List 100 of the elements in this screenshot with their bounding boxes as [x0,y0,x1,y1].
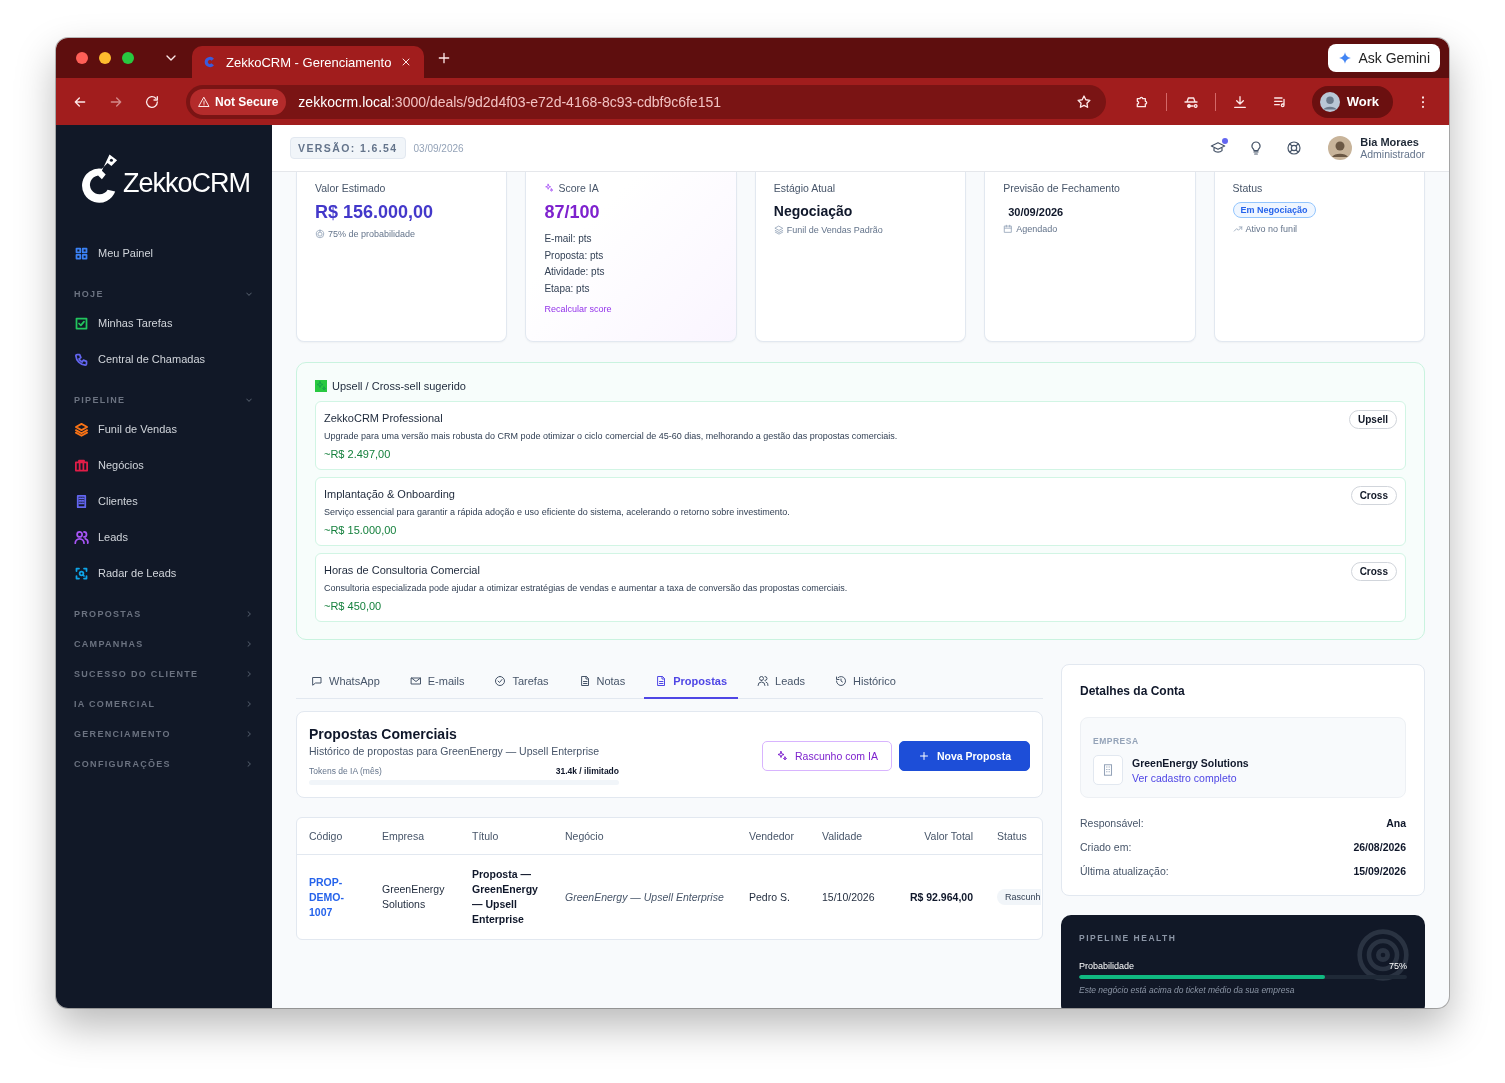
field-label: Criado em: [1080,840,1132,855]
close-window-button[interactable] [75,52,88,64]
table-cell-text: GreenEnergy — Upsell Enterprise [564,889,725,905]
target-icon [1355,927,1411,983]
sidebar-item[interactable]: Funil de Vendas [74,411,254,447]
header-date: 03/09/2026 [413,142,464,154]
table-cell-text: 15/10/2026 [821,889,876,905]
card-title: Detalhes da Conta [1080,684,1186,698]
column-header: Código [297,818,370,855]
browser-tab[interactable]: ZekkoCRM - Gerenciamento [192,46,424,78]
close-icon[interactable] [400,56,412,68]
table-cell-text: Pedro S. [748,889,791,905]
suggestion-description: Upgrade para uma versão mais robusta do CRM pode otimizar o ciclo comercial de 45-60 dias, melhorando a gestão das propostas comerciais. [324,430,898,443]
ask-gemini-button[interactable]: Ask Gemini [1328,44,1440,72]
tab[interactable]: WhatsApp [300,664,391,699]
new-tab-icon[interactable] [436,50,452,66]
sidebar-item[interactable]: Central de Chamadas [74,341,254,377]
stat-label: Estágio Atual [773,182,836,194]
tab[interactable]: E-mails [398,664,476,699]
sidebar-item[interactable]: Meu Painel [74,235,254,271]
warning-icon [198,95,210,108]
ai-draft-button[interactable]: Rascunho com IA [762,740,892,771]
url-text: zekkocrm.local:3000/deals/9d2d4f03-e72d-4168-8c93-cdbf9c6fe151 [298,93,722,110]
stat-note: Funil de Vendas Padrão [786,225,883,235]
field-label: Última atualização: [1080,864,1169,879]
target-icon [315,229,325,239]
column-header: Empresa [370,818,460,855]
sidebar-item[interactable]: Negócios [74,447,254,483]
lifebuoy-icon[interactable] [1286,140,1303,156]
building-icon [1093,755,1123,785]
section-title: Propostas Comerciais [309,726,458,742]
suggestion-description: Consultoria especializada pode ajudar a otimizar estratégias de vendas e aumentar a taxa de conversão das propostas comerciais. [324,582,848,595]
metric-value: 75% [1389,961,1407,971]
zoom-window-button[interactable] [121,52,134,64]
document-icon [655,674,668,687]
download-icon[interactable] [1231,93,1248,110]
section-header[interactable]: HOJE [74,289,104,299]
recalculate-link[interactable]: Recalcular score [544,304,612,314]
mail-icon [409,674,422,687]
section-header[interactable]: SUCESSO DO CLIENTE [74,669,199,679]
company-label: EMPRESA [1093,736,1139,746]
star-icon[interactable] [1075,93,1092,110]
minimize-window-button[interactable] [98,52,111,64]
table-cell-text: Proposta — GreenEnergy — Upsell Enterprise [471,867,539,927]
sidebar-item[interactable]: Leads [74,519,254,555]
tab[interactable]: Propostas [644,664,739,699]
suggestion-description: Serviço essencial para garantir a rápida adoção e uso eficiente do sistema, acelerando o retorno sobre investimento. [324,506,790,519]
new-proposal-button[interactable]: Nova Proposta [898,740,1030,771]
section-header[interactable]: GERENCIAMENTO [74,729,171,739]
section-header[interactable]: CAMPANHAS [74,639,144,649]
tokens-label: Tokens de IA (mês) [309,766,382,776]
tab[interactable]: Tarefas [483,664,560,699]
graduation-cap-icon[interactable] [1210,140,1227,156]
metric-label: Probabilidade [1079,961,1135,971]
avatar[interactable] [1328,136,1353,160]
section-header[interactable]: PIPELINE [74,395,126,405]
proposal-code-link[interactable]: PROP-DEMO-1007 [309,874,349,920]
sidebar-item[interactable]: Minhas Tarefas [74,305,254,341]
health-note: Este negócio está acima do ticket médio da sua empresa [1079,985,1296,995]
section-header[interactable]: IA COMERCIAL [74,699,156,709]
tab[interactable]: Notas [567,664,637,699]
score-line: E-mail: pts [544,232,592,246]
suggestion-tag: Upsell [1349,410,1397,429]
stat-label: Valor Estimado [315,182,386,194]
section-header[interactable]: PROPOSTAS [74,609,142,619]
company-name: GreenEnergy Solutions [1132,756,1249,769]
suggestion-tag: Cross [1350,562,1397,581]
suggestion-price: ~R$ 2.497,00 [324,447,392,462]
stat-value: Negociação [773,203,853,219]
column-header: Validade [810,818,888,855]
profile-button[interactable]: Work [1311,85,1393,118]
tab[interactable]: Leads [746,664,817,699]
stat-value: R$ 156.000,00 [315,202,434,223]
status-badge: Rascunh [997,889,1041,905]
sidebar-item[interactable]: Radar de Leads [74,555,254,591]
suggestion-name: ZekkoCRM Professional [324,411,444,426]
document-icon [578,674,591,687]
score-line: Proposta: pts [544,248,604,263]
user-role: Administrador [1360,148,1425,160]
section-header[interactable]: CONFIGURAÇÕES [74,759,171,769]
score-line: Etapa: pts [544,281,590,296]
trend-icon [1232,224,1243,234]
column-header: Valor Total [888,818,985,855]
reload-icon[interactable] [144,93,160,110]
field-label: Responsável: [1080,816,1144,831]
security-chip[interactable]: Not Secure [190,88,287,115]
column-header: Título [460,818,553,855]
stat-note: 75% de probabilidade [328,229,416,239]
chat-icon [311,674,323,687]
sidebar-item[interactable]: Clientes [74,483,254,519]
address-bar[interactable]: Not Secure zekkocrm.local:3000/deals/9d2d4f03-e72d-4168-8c93-cdbf9c6fe151 [186,84,1106,119]
company-link[interactable]: Ver cadastro completo [1132,771,1249,784]
stat-note: Ativo no funil [1245,224,1298,234]
stat-label: Previsão de Fechamento [1003,182,1120,194]
stat-value: 87/100 [544,202,600,223]
plus-icon [917,749,930,762]
tab[interactable]: Histórico [824,664,907,699]
table-cell-text: GreenEnergy Solutions [381,882,446,912]
users-icon [757,674,770,687]
field-value: Ana [1386,816,1406,831]
